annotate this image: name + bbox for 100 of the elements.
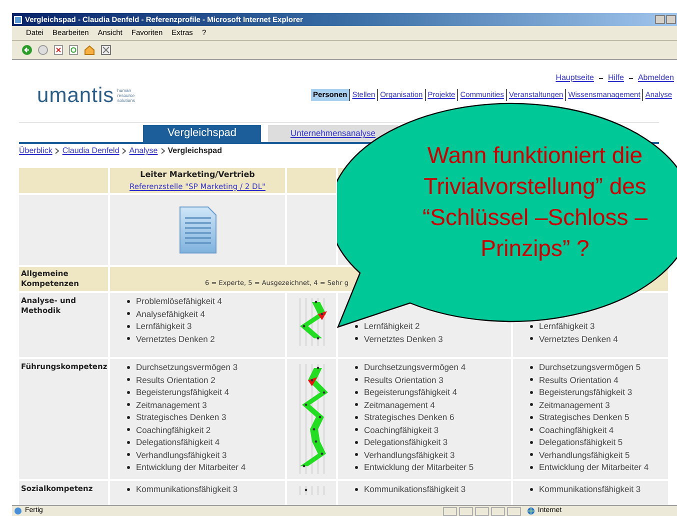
skill-item: Entwicklung der Mitarbeiter 4 (136, 461, 246, 474)
refresh-icon[interactable] (69, 45, 78, 55)
skill-item: Vernetztes Denken 4 (539, 332, 618, 345)
table-cell (287, 168, 336, 193)
tab[interactable]: Vergleichspad (143, 125, 261, 142)
bullet-icon (355, 416, 358, 419)
bullet-icon (530, 453, 533, 456)
bullet-icon (127, 428, 130, 432)
bullet-icon (127, 466, 130, 469)
bullet-icon (355, 428, 358, 432)
bullet-icon (530, 366, 533, 369)
globe-icon (526, 507, 535, 515)
header-link[interactable]: Hauptseite (556, 72, 594, 84)
status-pane (458, 506, 473, 516)
bullet-icon (127, 390, 130, 394)
skill-item: Results Orientation 4 (539, 374, 618, 386)
page-icon[interactable] (101, 45, 111, 55)
status-pane (490, 506, 505, 516)
stop-icon[interactable] (54, 45, 63, 55)
forward-icon[interactable] (38, 45, 48, 55)
status-pane (506, 506, 521, 516)
bullet-icon (127, 403, 130, 406)
skill-item: Problemlösefähigkeit 4 (136, 295, 222, 308)
bullet-icon (127, 366, 130, 369)
bullet-icon (530, 416, 533, 419)
bullet-icon (530, 488, 533, 491)
back-icon[interactable] (22, 45, 32, 55)
breadcrumb-item[interactable]: Claudia Denfeld (62, 145, 120, 157)
skill-item: Delegationsfähigkeit 3 (364, 436, 448, 448)
bullet-icon (355, 390, 358, 394)
skill-item: Begeisterungsfähigkeit 3 (539, 386, 632, 398)
bullet-icon (530, 403, 533, 406)
skill-item: Analysefähigkeit 4 (136, 308, 205, 320)
skill-item: Entwicklung der Mitarbeiter 5 (364, 461, 474, 474)
skill-item: Lernfähigkeit 3 (539, 320, 595, 332)
skill-item: Results Orientation 2 (136, 374, 216, 386)
skill-item: Zeitmanagement 4 (364, 398, 435, 411)
bullet-icon (127, 453, 130, 456)
bullet-icon (355, 488, 358, 491)
skill-item: Strategisches Denken 3 (136, 411, 226, 424)
skill-item: Verhandlungsfähigkeit 3 (136, 448, 227, 461)
skill-item: Begeisterungsfähigkeit 4 (136, 386, 230, 398)
skill-item: Kommunikationsfähigkeit 3 (364, 483, 466, 496)
skill-item: Kommunikationsfähigkeit 3 (539, 483, 641, 496)
skill-item: Verhandlungsfähigkeit 3 (364, 448, 455, 461)
bullet-icon (530, 324, 533, 328)
breadcrumb-item[interactable]: Analyse (129, 145, 158, 157)
chevron-icon (160, 148, 165, 154)
bullet-icon (127, 440, 130, 444)
bullet-icon (355, 366, 358, 369)
bullet-icon (530, 337, 533, 340)
bullet-icon (530, 390, 533, 394)
breadcrumb-item: Vergleichspad (168, 145, 222, 157)
status-pane (442, 506, 457, 516)
bullet-icon (355, 378, 358, 382)
bullet-icon (355, 324, 358, 328)
header-link[interactable]: Hilfe (608, 72, 624, 84)
skill-item: Results Orientation 3 (364, 374, 444, 386)
skill-item: Vernetztes Denken 3 (364, 332, 443, 345)
callout-text: Wann funktioniert die Trivialvorstellung” des “Schlüssel –Schloss – Prinzips” ? (422, 141, 648, 263)
skill-item: Strategisches Denken 6 (364, 411, 454, 424)
bullet-icon (127, 312, 130, 316)
document-icon (178, 206, 218, 254)
chevron-icon (122, 148, 126, 154)
maximize-button[interactable] (666, 15, 676, 24)
bullet-icon (355, 453, 358, 456)
skill-item: Delegationsfähigkeit 5 (539, 436, 623, 448)
status-pane (474, 506, 489, 516)
bullet-icon (530, 428, 533, 432)
skill-item: Durchsetzungsvermögen 3 (136, 361, 238, 374)
minimize-button[interactable] (655, 15, 665, 24)
tab[interactable]: Unternehmensanalyse (268, 125, 398, 142)
skill-item: Zeitmanagement 3 (136, 398, 207, 411)
home-icon[interactable] (84, 45, 95, 55)
skill-item: Durchsetzungsvermögen 5 (539, 361, 641, 374)
bullet-icon (530, 378, 533, 382)
skill-item: Coachingfähigkeit 2 (136, 424, 211, 436)
skill-item: Coachingfähigkeit 3 (364, 424, 439, 436)
browser-icon (14, 16, 22, 24)
skill-item: Kommunikationsfähigkeit 3 (136, 483, 238, 496)
breadcrumb-item[interactable]: Überblick (19, 145, 52, 157)
skill-item: Entwicklung der Mitarbeiter 4 (539, 461, 649, 474)
bullet-icon (530, 440, 533, 444)
skill-item: Verhandlungsfähigkeit 5 (539, 448, 630, 461)
bullet-icon (355, 466, 358, 469)
bullet-icon (127, 488, 130, 491)
skill-item: Lernfähigkeit 3 (136, 320, 192, 332)
skill-item: Delegationsfähigkeit 4 (136, 436, 220, 448)
bullet-icon (355, 440, 358, 444)
skill-item: Zeitmanagement 3 (539, 398, 610, 411)
skill-item: Strategisches Denken 5 (539, 411, 630, 424)
page-status-icon (14, 507, 22, 515)
skill-item: Begeisterungsfähigkeit 4 (364, 386, 458, 398)
skill-item: Coachingfähigkeit 4 (539, 424, 614, 436)
header-link[interactable]: Abmelden (638, 72, 674, 84)
logo: umantis (37, 84, 114, 106)
column-title: Leiter Marketing/Vertrieb (140, 168, 255, 181)
bullet-icon (127, 416, 130, 419)
bullet-icon (530, 466, 533, 469)
table-cell (287, 195, 336, 265)
